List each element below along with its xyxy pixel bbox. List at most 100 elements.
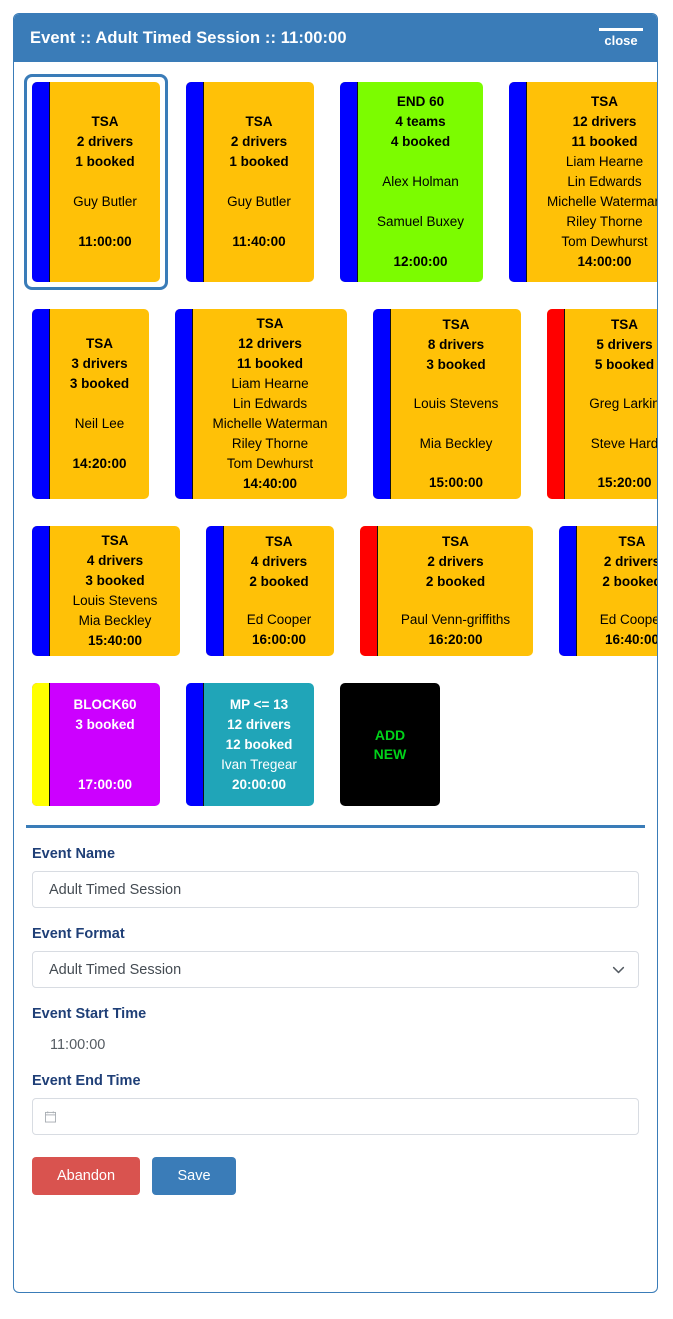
session-card-wrapper: MP <= 13 12 drivers 12 booked Ivan Tregear 2… (178, 675, 322, 814)
session-card-time: 14:40:00 (242, 476, 298, 491)
session-card-title: TSA (256, 316, 284, 331)
session-card-time: 12:00:00 (393, 254, 448, 269)
session-card-driver-name: Louis Stevens (413, 396, 499, 412)
session-card[interactable]: MP <= 13 12 drivers 12 booked Ivan Tregear 2… (186, 683, 314, 806)
session-card-driver-name: Liam Hearne (231, 376, 309, 391)
session-card-drivers: 12 drivers (238, 336, 302, 351)
session-card-title: TSA (91, 114, 119, 129)
session-card-driver-name: Ed Cooper (599, 612, 658, 627)
session-card[interactable]: TSA 12 drivers 11 booked Liam Hearne Lin Edw… (175, 309, 347, 499)
session-card-booked: 2 booked (425, 574, 486, 589)
event-end-time-input[interactable] (32, 1098, 639, 1135)
event-name-input[interactable] (32, 871, 639, 908)
session-card-time: 15:00:00 (428, 474, 484, 490)
session-card-driver-name: Tom Dewhurst (561, 234, 648, 249)
add-new-session-card[interactable]: ADD NEW (340, 683, 440, 806)
session-card-time: 11:40:00 (232, 234, 286, 249)
session-card-status-stripe (32, 683, 50, 806)
session-card-driver-name: Guy Butler (73, 194, 137, 209)
session-card-drivers: 8 drivers (427, 337, 485, 352)
session-card-booked: 1 booked (75, 154, 135, 169)
session-card[interactable]: TSA 4 drivers 2 booked Ed Cooper 16:00:00 (206, 526, 334, 656)
session-card-wrapper: TSA 12 drivers 11 booked Liam Hearne Lin Edw… (501, 74, 657, 290)
add-new-label-line1: ADD (374, 726, 406, 743)
session-card-driver-name: Samuel Buxey (376, 214, 465, 229)
session-card-wrapper: TSA 5 drivers 5 booked Greg Larkin Steve Har… (539, 301, 658, 507)
session-card-title: TSA (101, 533, 129, 548)
session-card-title: TSA (611, 317, 638, 332)
session-card-driver-name: Michelle Waterman (212, 416, 328, 431)
session-card-drivers: 12 drivers (227, 716, 291, 732)
session-card-status-stripe (32, 82, 50, 282)
add-new-label-line2: NEW (373, 745, 407, 762)
session-card[interactable]: TSA 3 drivers 3 booked Neil Lee 14:20:00 (32, 309, 149, 499)
session-card-booked: 5 booked (594, 357, 655, 372)
session-card-drivers: 5 drivers (596, 337, 653, 352)
session-card-drivers: 2 drivers (603, 554, 658, 569)
session-card-time: 16:40:00 (604, 632, 658, 647)
session-card-drivers: 3 drivers (71, 356, 128, 371)
session-card-title: MP <= 13 (229, 696, 289, 712)
session-card-booked: 4 booked (390, 134, 451, 149)
session-card-wrapper: TSA 2 drivers 2 booked Ed Cooper 16:40:00 (551, 518, 658, 664)
event-name-label: Event Name (32, 846, 116, 862)
session-card-title: TSA (591, 94, 618, 109)
session-card-wrapper: TSA 2 drivers 1 booked Guy Butler 11:40:00 (178, 74, 322, 290)
session-card[interactable]: TSA 4 drivers 3 booked Louis Stevens Mia Bec… (32, 526, 180, 656)
session-card-title: TSA (245, 114, 273, 129)
session-card[interactable]: END 60 4 teams 4 booked Alex Holman Samuel B… (340, 82, 483, 282)
session-card-body: TSA 2 drivers 2 booked Ed Cooper 16:40:00 (577, 526, 658, 656)
session-card[interactable]: TSA 12 drivers 11 booked Liam Hearne Lin Edw… (509, 82, 657, 282)
session-card-wrapper: TSA 8 drivers 3 booked Louis Stevens Mia Bec… (365, 301, 529, 507)
session-card-title: BLOCK60 (73, 696, 137, 712)
session-card-title: TSA (265, 534, 293, 549)
session-card-booked: 2 booked (602, 574, 658, 589)
session-card-time: 20:00:00 (231, 776, 287, 792)
session-card[interactable]: TSA 2 drivers 1 booked Guy Butler 11:40:00 (186, 82, 314, 282)
session-card-drivers: 2 drivers (427, 554, 484, 569)
session-card-driver-name: Liam Hearne (565, 154, 644, 169)
session-card-status-stripe (206, 526, 224, 656)
session-card-status-stripe (32, 309, 50, 499)
session-card-status-stripe (32, 526, 50, 656)
session-card[interactable]: TSA 2 drivers 1 booked Guy Butler 11:00:00 (32, 82, 160, 282)
session-card-title: END 60 (396, 94, 445, 109)
session-card-driver-name: Lin Edwards (232, 396, 308, 411)
session-card[interactable]: TSA 2 drivers 2 booked Paul Venn-griffiths 1… (360, 526, 533, 656)
session-card[interactable]: TSA 2 drivers 2 booked Ed Cooper 16:40:00 (559, 526, 658, 656)
session-card[interactable]: TSA 5 drivers 5 booked Greg Larkin Steve Har… (547, 309, 658, 499)
session-card-wrapper: TSA 4 drivers 3 booked Louis Stevens Mia Bec… (24, 518, 188, 664)
abandon-button[interactable]: Abandon (32, 1157, 140, 1195)
session-card-time: 11:00:00 (78, 234, 132, 249)
session-card-body: TSA 2 drivers 1 booked Guy Butler 11:00:00 (50, 82, 160, 282)
session-card-driver-name: Louis Stevens (72, 593, 158, 608)
session-card-time: 17:00:00 (77, 776, 133, 792)
session-card-body: TSA 12 drivers 11 booked Liam Hearne Lin Edw… (527, 82, 657, 282)
session-card-wrapper: TSA 2 drivers 2 booked Paul Venn-griffiths 1… (352, 518, 541, 664)
session-card-drivers: 2 drivers (76, 134, 134, 149)
field-event-start-time: Event Start Time 11:00:00 (32, 1006, 639, 1055)
session-card-driver-name: Greg Larkin (589, 396, 658, 412)
session-card-status-stripe (186, 683, 204, 806)
session-card-title: TSA (86, 336, 113, 351)
session-card[interactable]: TSA 8 drivers 3 booked Louis Stevens Mia Bec… (373, 309, 521, 499)
session-card-wrapper: TSA 4 drivers 2 booked Ed Cooper 16:00:00 (198, 518, 342, 664)
session-card-driver-name: Steve Hard (590, 435, 658, 451)
event-end-time-label: Event End Time (32, 1073, 141, 1089)
save-button[interactable]: Save (152, 1157, 236, 1195)
session-card-driver-name: Alex Holman (382, 174, 459, 189)
event-format-select[interactable]: Adult Timed Session (32, 951, 639, 988)
session-card-driver-name: Neil Lee (74, 416, 125, 431)
session-card-booked: 3 booked (85, 573, 145, 588)
session-card-driver-name: Mia Beckley (78, 613, 152, 628)
event-start-time-value: 11:00:00 (50, 1037, 106, 1053)
session-cards-area: TSA 2 drivers 1 booked Guy Butler 11:00:00 TS… (14, 62, 657, 814)
session-card-driver-name: Guy Butler (227, 194, 291, 209)
session-card-body: TSA 5 drivers 5 booked Greg Larkin Steve Har… (565, 309, 658, 499)
session-card-body: TSA 8 drivers 3 booked Louis Stevens Mia Bec… (391, 309, 521, 499)
close-button[interactable]: close (599, 28, 643, 48)
session-card-booked: 3 booked (75, 716, 135, 732)
session-card[interactable]: BLOCK60 3 booked 17:00:00 (32, 683, 160, 806)
session-card-status-stripe (373, 309, 391, 499)
session-card-drivers: 4 teams (395, 114, 446, 129)
